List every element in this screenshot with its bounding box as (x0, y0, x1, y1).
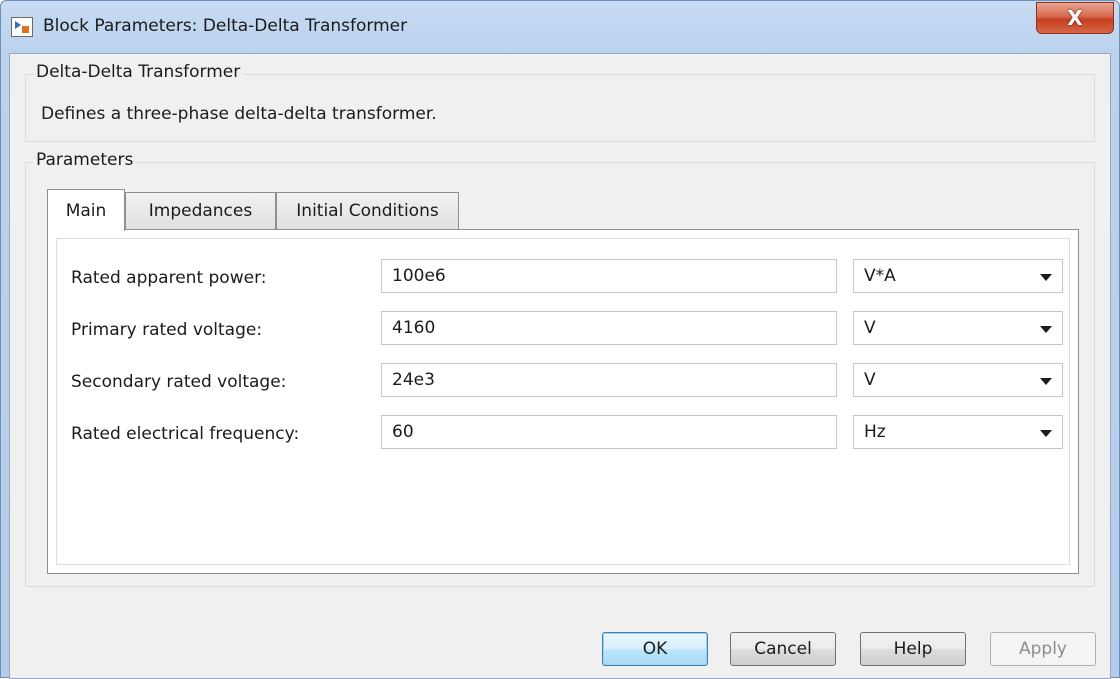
unit-value: Hz (864, 422, 886, 442)
tab-label: Impedances (148, 201, 253, 221)
dropdown-arrow-icon (1040, 378, 1052, 385)
dropdown-arrow-icon (1040, 326, 1052, 333)
simulink-block-icon (11, 17, 33, 37)
block-name-legend: Delta-Delta Transformer (33, 62, 244, 82)
rated-electrical-frequency-label: Rated electrical frequency: (71, 424, 300, 444)
rated-electrical-frequency-unit-select[interactable]: Hz (853, 415, 1063, 449)
unit-value: V (864, 370, 876, 390)
parameter-frame: Rated apparent power: V*A Primary rated … (56, 238, 1070, 565)
help-button[interactable]: Help (860, 632, 966, 666)
primary-rated-voltage-input[interactable] (381, 311, 837, 345)
secondary-rated-voltage-unit-select[interactable]: V (853, 363, 1063, 397)
window-title: Block Parameters: Delta-Delta Transforme… (43, 16, 408, 36)
tab-main[interactable]: Main (47, 189, 125, 231)
secondary-rated-voltage-label: Secondary rated voltage: (71, 372, 287, 392)
unit-value: V (864, 318, 876, 338)
tab-panel-main: Rated apparent power: V*A Primary rated … (47, 229, 1079, 574)
secondary-rated-voltage-input[interactable] (381, 363, 837, 397)
dialog-client-area: Delta-Delta Transformer Defines a three-… (9, 53, 1111, 679)
unit-value: V*A (864, 266, 896, 286)
rated-apparent-power-input[interactable] (381, 259, 837, 293)
ok-button[interactable]: OK (602, 632, 708, 666)
block-description: Defines a three-phase delta-delta transf… (41, 104, 437, 124)
tab-label: Initial Conditions (296, 201, 439, 221)
dropdown-arrow-icon (1040, 430, 1052, 437)
cancel-button[interactable]: Cancel (730, 632, 836, 666)
rated-apparent-power-unit-select[interactable]: V*A (853, 259, 1063, 293)
primary-rated-voltage-unit-select[interactable]: V (853, 311, 1063, 345)
title-bar[interactable]: Block Parameters: Delta-Delta Transforme… (1, 1, 1119, 53)
parameters-legend: Parameters (33, 150, 137, 170)
tab-impedances[interactable]: Impedances (125, 192, 276, 229)
rated-electrical-frequency-input[interactable] (381, 415, 837, 449)
close-icon: X (1067, 6, 1083, 30)
primary-rated-voltage-label: Primary rated voltage: (71, 320, 263, 340)
close-button[interactable]: X (1036, 2, 1114, 34)
apply-button[interactable]: Apply (990, 632, 1096, 666)
tab-initial-conditions[interactable]: Initial Conditions (276, 192, 459, 229)
tab-label: Main (65, 200, 107, 221)
dialog-window: Block Parameters: Delta-Delta Transforme… (0, 0, 1120, 679)
rated-apparent-power-label: Rated apparent power: (71, 268, 267, 288)
dropdown-arrow-icon (1040, 274, 1052, 281)
